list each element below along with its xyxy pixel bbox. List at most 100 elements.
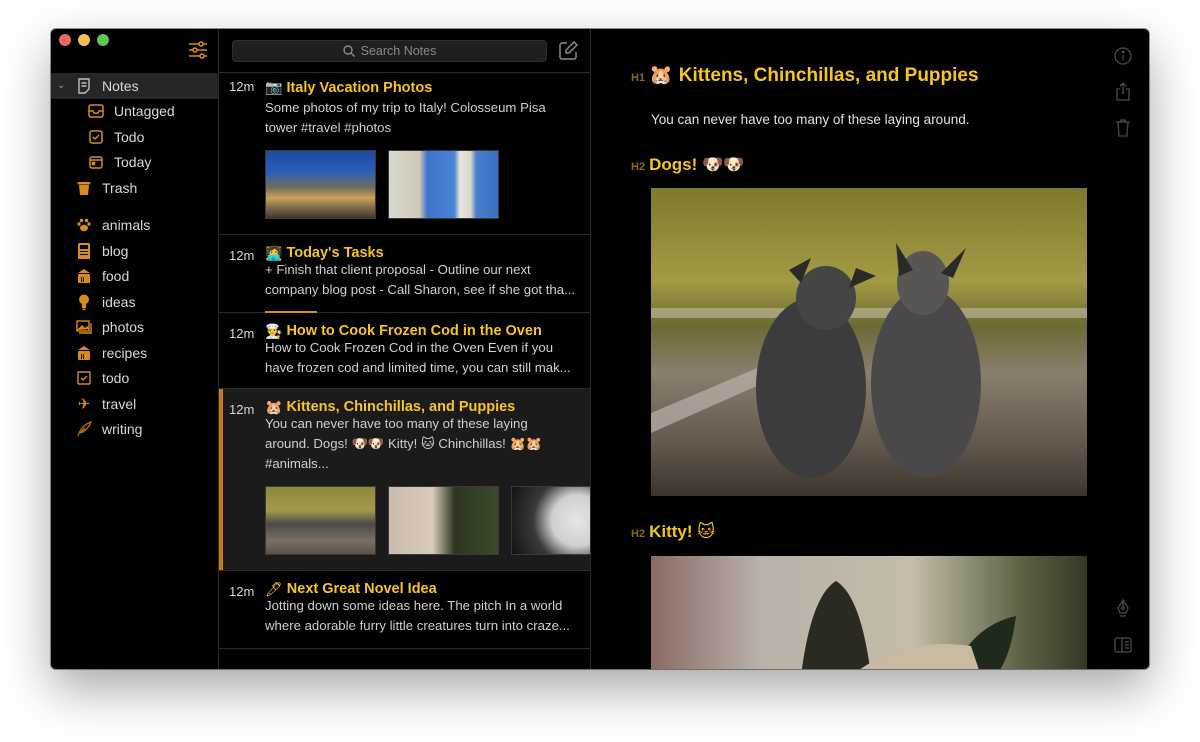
kitten-image[interactable] (651, 556, 1087, 669)
note-item[interactable]: 12m 👩‍💻 Today's Tasks + Finish that clie… (219, 235, 590, 313)
h2-marker: H2 (631, 161, 646, 173)
newspaper-icon (75, 242, 93, 260)
note-title: 🖊 Next Great Novel Idea (265, 571, 590, 598)
sidebar-item-label: Trash (102, 179, 138, 196)
note-item[interactable]: 12m 🖊 Next Great Novel Idea Jotting down… (219, 571, 590, 649)
heading-1: H1 🐹 Kittens, Chinchillas, and Puppies (631, 63, 979, 87)
info-icon[interactable] (1113, 46, 1133, 66)
sidebar-tag-writing[interactable]: writing (51, 417, 218, 443)
note-title: 🐹 Kittens, Chinchillas, and Puppies (265, 389, 590, 416)
cook-emoji: 👨‍🍳 (265, 322, 283, 339)
quill-icon (75, 420, 93, 438)
trash-icon[interactable] (1113, 118, 1133, 138)
note-preview: + Finish that client proposal - Outline … (265, 262, 576, 297)
note-title-text: Today's Tasks (286, 245, 384, 261)
note-preview: Some photos of my trip to Italy! Colosse… (265, 100, 546, 135)
note-title: 📷 Italy Vacation Photos (265, 73, 590, 98)
sidebar-item-trash[interactable]: Trash (51, 175, 218, 201)
thumbnail-dogs[interactable] (265, 486, 376, 555)
close-window-button[interactable] (59, 34, 71, 46)
note-item-selected[interactable]: 12m 🐹 Kittens, Chinchillas, and Puppies … (219, 389, 590, 571)
sidebar-item-label: Todo (114, 128, 145, 145)
sidebar-item-label: ideas (102, 293, 136, 310)
sidebar: ⌄ Notes Untagged Todo Today Trash animal… (51, 29, 219, 669)
sidebar-item-notes[interactable]: ⌄ Notes (51, 73, 218, 99)
search-bar: Search Notes (219, 29, 590, 73)
sidebar-tag-food[interactable]: food (51, 264, 218, 290)
sidebar-tag-travel[interactable]: ✈ travel (51, 391, 218, 417)
note-time: 12m (229, 326, 255, 341)
sliders-icon[interactable] (188, 41, 208, 59)
note-preview: How to Cook Frozen Cod in the Oven Even … (265, 340, 571, 375)
editor-toolbar-bottom (1113, 599, 1133, 669)
thumbnail-chinchilla[interactable] (511, 486, 590, 555)
thumbnail-pisa[interactable] (388, 150, 499, 219)
maximize-window-button[interactable] (97, 34, 109, 46)
hamster-emoji: 🐹 (649, 65, 673, 86)
sidebar-item-label: photos (102, 319, 145, 336)
app-window: ⌄ Notes Untagged Todo Today Trash animal… (51, 29, 1149, 669)
pen-icon[interactable] (1113, 599, 1133, 619)
minimize-window-button[interactable] (78, 34, 90, 46)
note-title-text: Italy Vacation Photos (286, 79, 433, 96)
sidebar-toggle-icon[interactable] (1113, 635, 1133, 655)
heading-1-text: Kittens, Chinchillas, and Puppies (678, 65, 979, 86)
pot-icon (75, 344, 93, 362)
sidebar-item-label: animals (102, 217, 151, 234)
search-placeholder: Search Notes (360, 43, 437, 58)
lightbulb-icon (75, 293, 93, 311)
note-time: 12m (229, 402, 255, 417)
share-icon[interactable] (1113, 82, 1133, 102)
h1-marker: H1 (631, 72, 646, 84)
note-preview: You can never have too many of these lay… (265, 416, 543, 471)
checkbox-icon (87, 128, 105, 146)
thumbnail-kitten[interactable] (388, 486, 499, 555)
new-note-button[interactable] (558, 40, 579, 61)
sidebar-tag-blog[interactable]: blog (51, 238, 218, 264)
note-editor[interactable]: H1 🐹 Kittens, Chinchillas, and Puppies Y… (591, 29, 1149, 669)
note-title: 👨‍🍳 How to Cook Frozen Cod in the Oven (265, 313, 590, 340)
sidebar-item-label: todo (102, 370, 130, 387)
note-list: Search Notes 12m 📷 Italy Vacation Photos… (219, 29, 591, 669)
calendar-icon (87, 153, 105, 171)
note-thumbnails (265, 150, 590, 234)
note-icon (75, 77, 93, 95)
note-item[interactable]: 12m 📷 Italy Vacation Photos Some photos … (219, 73, 590, 235)
note-time: 12m (229, 248, 255, 263)
sidebar-item-label: travel (102, 395, 137, 412)
airplane-icon: ✈ (77, 395, 91, 413)
sidebar-tag-recipes[interactable]: recipes (51, 340, 218, 366)
heading-2-dogs: H2 Dogs! 🐶🐶 (631, 155, 744, 175)
sidebar-tag-ideas[interactable]: ideas (51, 289, 218, 315)
h2-marker: H2 (631, 528, 646, 540)
sidebar-tag-photos[interactable]: photos (51, 315, 218, 341)
trash-icon (75, 179, 93, 197)
thumbnail-colosseum[interactable] (265, 150, 376, 219)
heading-2-text: Dogs! 🐶🐶 (649, 155, 745, 174)
note-title-text: How to Cook Frozen Cod in the Oven (286, 323, 542, 339)
dogs-image[interactable] (651, 188, 1087, 496)
sidebar-item-label: writing (102, 421, 143, 438)
sidebar-item-today[interactable]: Today (51, 150, 218, 176)
heading-2-kitty: H2 Kitty! 🐱 (631, 522, 715, 542)
editor-toolbar-top (1113, 46, 1133, 154)
sidebar-item-untagged[interactable]: Untagged (51, 99, 218, 125)
sidebar-tag-animals[interactable]: animals (51, 213, 218, 239)
note-item[interactable]: 12m 👨‍🍳 How to Cook Frozen Cod in the Ov… (219, 313, 590, 389)
sidebar-item-label: Notes (102, 77, 139, 94)
search-input[interactable]: Search Notes (232, 39, 547, 62)
search-icon (342, 44, 355, 57)
photos-icon (75, 318, 93, 336)
sidebar-item-label: food (102, 268, 130, 285)
note-time: 12m (229, 79, 255, 94)
paw-icon (75, 216, 93, 234)
sidebar-list: ⌄ Notes Untagged Todo Today Trash animal… (51, 73, 218, 442)
sidebar-item-todo[interactable]: Todo (51, 124, 218, 150)
technologist-emoji: 👩‍💻 (265, 244, 283, 261)
note-preview: Jotting down some ideas here. The pitch … (265, 598, 570, 633)
pot-icon (75, 267, 93, 285)
chevron-down-icon[interactable]: ⌄ (57, 80, 69, 91)
sidebar-tag-todo[interactable]: todo (51, 366, 218, 392)
sidebar-item-label: recipes (102, 344, 148, 361)
hamster-emoji: 🐹 (265, 398, 283, 415)
